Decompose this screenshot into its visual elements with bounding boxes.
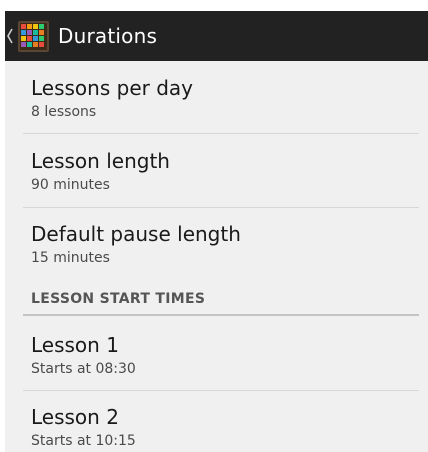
category-divider: [23, 314, 419, 316]
color-grid-icon: [18, 20, 49, 52]
back-button[interactable]: [6, 11, 16, 61]
screen: Durations Lessons per day 8 lessons Less…: [0, 0, 428, 452]
pref-summary: 15 minutes: [31, 250, 110, 266]
pref-lesson-length[interactable]: Lesson length 90 minutes: [5, 134, 428, 207]
pref-title: Default pause length: [31, 222, 241, 246]
pref-default-pause-length[interactable]: Default pause length 15 minutes: [5, 208, 428, 280]
pref-title: Lesson 2: [31, 405, 119, 429]
pref-title: Lessons per day: [31, 76, 193, 100]
pref-title: Lesson length: [31, 149, 170, 173]
action-bar: Durations: [5, 11, 428, 61]
pref-lesson-2[interactable]: Lesson 2 Starts at 10:15: [5, 391, 428, 452]
pref-summary: Starts at 08:30: [31, 361, 136, 377]
pref-summary: 90 minutes: [31, 177, 110, 193]
chevron-left-icon: [7, 28, 13, 44]
pref-summary: Starts at 10:15: [31, 433, 136, 449]
page-title: Durations: [58, 24, 158, 48]
pref-lessons-per-day[interactable]: Lessons per day 8 lessons: [5, 61, 428, 133]
app-icon[interactable]: [17, 20, 50, 53]
category-lesson-start-times: LESSON START TIMES: [31, 291, 206, 307]
preferences-list: Lessons per day 8 lessons Lesson length …: [5, 61, 428, 452]
pref-summary: 8 lessons: [31, 104, 97, 120]
pref-lesson-1[interactable]: Lesson 1 Starts at 08:30: [5, 317, 428, 390]
pref-title: Lesson 1: [31, 333, 119, 357]
